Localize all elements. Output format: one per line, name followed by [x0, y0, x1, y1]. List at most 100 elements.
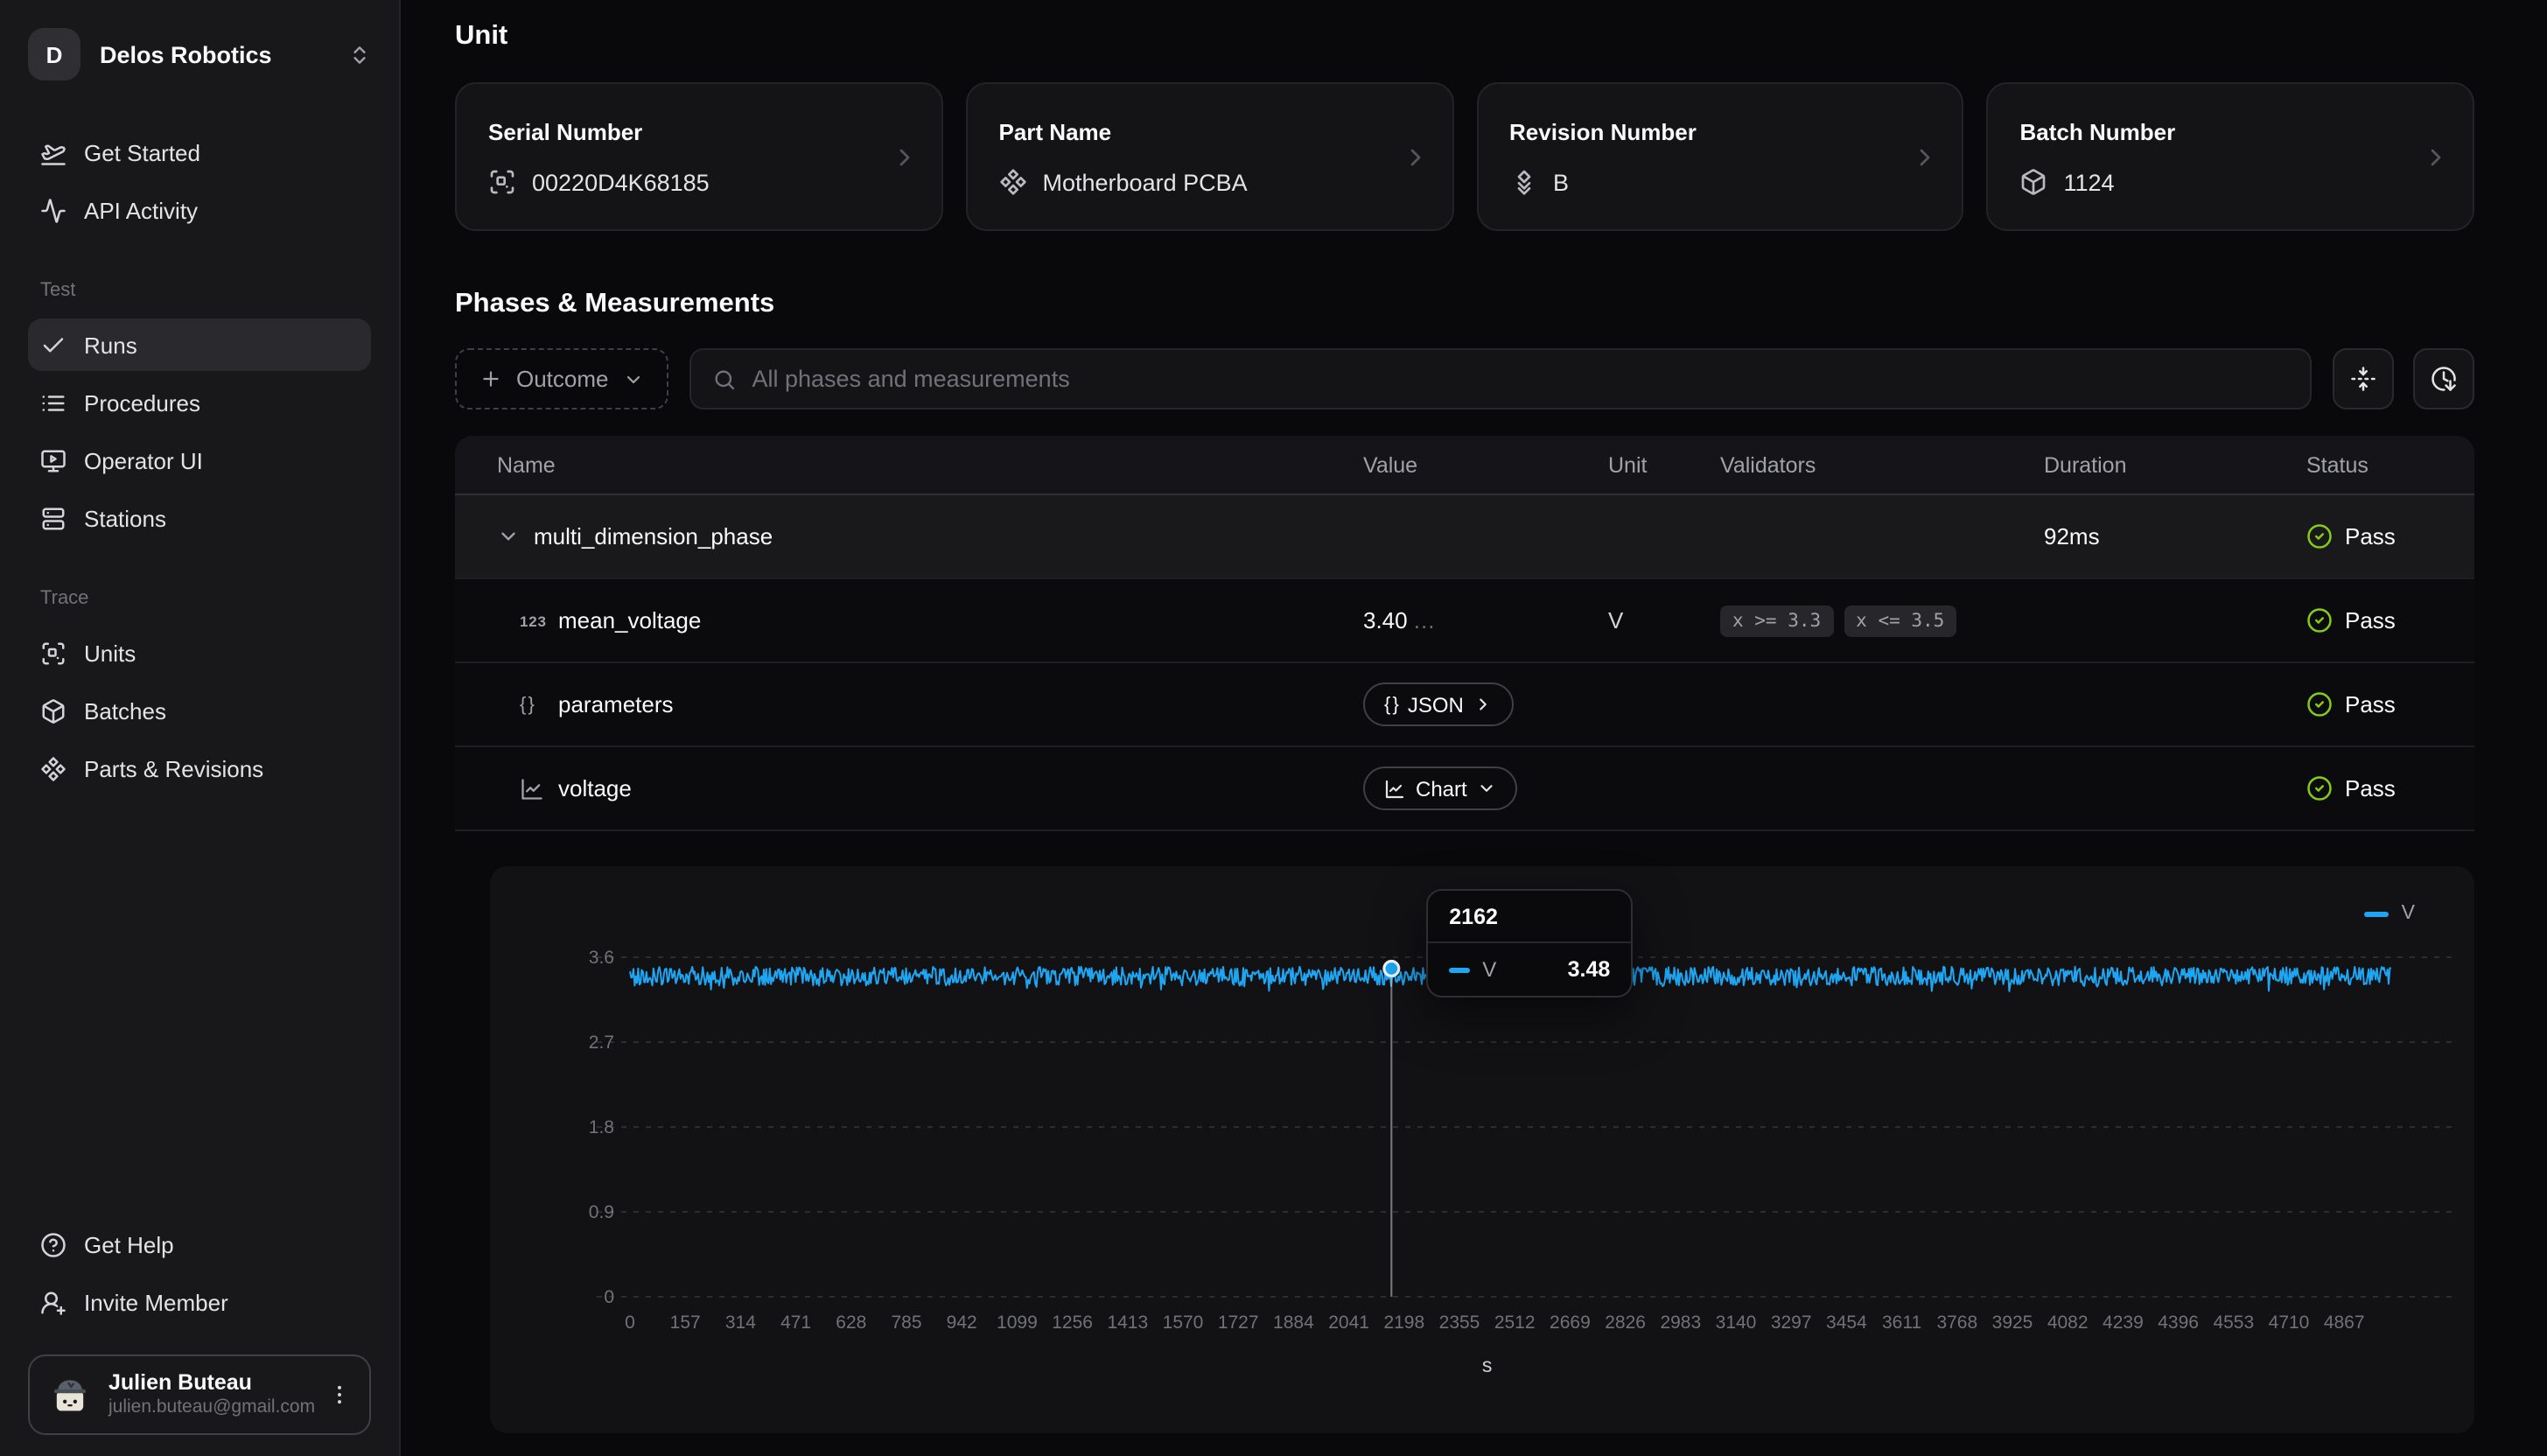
sidebar-item-runs[interactable]: Runs: [28, 318, 371, 371]
svg-text:2983: 2983: [1660, 1312, 1701, 1333]
chart-value-button[interactable]: Chart: [1363, 766, 1518, 810]
svg-text:628: 628: [836, 1312, 866, 1333]
status-badge: Pass: [2306, 691, 2474, 718]
collapse-all-button[interactable]: [2333, 348, 2394, 410]
x-axis-unit-label: s: [1482, 1356, 1493, 1377]
plane-takeoff-icon: [40, 139, 66, 165]
table-row-phase[interactable]: multi_dimension_phase 92ms Pass: [455, 495, 2474, 579]
component-icon: [999, 168, 1027, 196]
svg-text:4082: 4082: [2047, 1312, 2089, 1333]
circle-check-icon: [2306, 607, 2333, 634]
sidebar-item-label: Procedures: [84, 389, 200, 416]
json-value-button[interactable]: { } JSON: [1363, 682, 1515, 726]
clock-arrow-down-icon: [2431, 366, 2457, 392]
sidebar-section-trace: Trace: [28, 588, 371, 609]
svg-text:1413: 1413: [1107, 1312, 1148, 1333]
measurement-name: parameters: [558, 691, 674, 718]
braces-icon: { }: [1384, 694, 1397, 715]
chevron-right-icon: [2422, 143, 2450, 171]
svg-text:4396: 4396: [2158, 1312, 2199, 1333]
circle-check-icon: [2306, 691, 2333, 718]
sidebar-item-procedures[interactable]: Procedures: [28, 376, 371, 429]
batch-number-card[interactable]: Batch Number 1124: [1987, 82, 2475, 231]
tooltip-series-name: V: [1482, 957, 1496, 982]
user-email: julien.buteau@gmail.com: [108, 1397, 311, 1420]
validator-badge: x >= 3.3: [1720, 605, 1833, 636]
sidebar-item-invite-member[interactable]: Invite Member: [28, 1276, 371, 1328]
status-label: Pass: [2345, 775, 2396, 802]
card-value-text: B: [1553, 169, 1569, 195]
revisions-icon: [1509, 168, 1537, 196]
chevron-right-icon: [1474, 695, 1494, 714]
serial-number-card[interactable]: Serial Number 00220D4K68185: [455, 82, 943, 231]
sidebar-item-operator-ui[interactable]: Operator UI: [28, 434, 371, 486]
validator-badge: x <= 3.5: [1844, 605, 1956, 636]
user-info: Julien Buteau julien.buteau@gmail.com: [108, 1369, 311, 1420]
sidebar-item-label: Stations: [84, 505, 166, 531]
revision-number-card[interactable]: Revision Number B: [1476, 82, 1964, 231]
sidebar-item-label: Operator UI: [84, 447, 203, 473]
svg-text:2512: 2512: [1494, 1312, 1536, 1333]
chevron-down-icon[interactable]: [497, 525, 520, 548]
sidebar-item-label: Get Help: [84, 1231, 174, 1257]
sidebar-item-label: Runs: [84, 332, 137, 358]
col-name: Name: [455, 452, 1363, 477]
svg-text:0: 0: [604, 1287, 614, 1307]
org-name: Delos Robotics: [100, 41, 329, 67]
history-button[interactable]: [2413, 348, 2474, 410]
chart-line-icon: [1384, 778, 1405, 799]
activity-icon: [40, 197, 66, 223]
sidebar-item-batches[interactable]: Batches: [28, 684, 371, 737]
sidebar-item-parts-revisions[interactable]: Parts & Revisions: [28, 742, 371, 794]
measurement-name: voltage: [558, 775, 632, 802]
svg-text:4867: 4867: [2324, 1312, 2365, 1333]
status-label: Pass: [2345, 523, 2396, 550]
svg-text:3925: 3925: [1992, 1312, 2033, 1333]
sidebar-item-units[interactable]: Units: [28, 626, 371, 679]
page-title: Unit: [455, 21, 2474, 52]
server-icon: [40, 505, 66, 531]
sidebar: D Delos Robotics Get Started API Activit…: [0, 0, 401, 1456]
user-profile-card[interactable]: Julien Buteau julien.buteau@gmail.com: [28, 1354, 371, 1435]
table-row-voltage[interactable]: voltage Chart Pass: [455, 747, 2474, 831]
org-switcher[interactable]: D Delos Robotics: [28, 24, 371, 84]
svg-text:1.8: 1.8: [589, 1117, 614, 1138]
chevron-right-icon: [891, 143, 919, 171]
svg-text:157: 157: [670, 1312, 701, 1333]
chart-tooltip: 2162 V 3.48: [1426, 889, 1633, 998]
sidebar-item-get-started[interactable]: Get Started: [28, 126, 371, 178]
filter-toolbar: Outcome: [455, 348, 2474, 410]
sidebar-item-get-help[interactable]: Get Help: [28, 1218, 371, 1270]
chart-legend[interactable]: V: [2365, 903, 2415, 924]
table-row-parameters[interactable]: { } parameters { } JSON Pass: [455, 663, 2474, 747]
svg-text:1099: 1099: [997, 1312, 1038, 1333]
card-label: Serial Number: [488, 119, 910, 145]
status-badge: Pass: [2306, 523, 2474, 550]
search-field[interactable]: [689, 348, 2313, 410]
svg-text:942: 942: [947, 1312, 977, 1333]
scan-icon: [40, 640, 66, 666]
sidebar-item-stations[interactable]: Stations: [28, 492, 371, 544]
svg-text:314: 314: [725, 1312, 756, 1333]
kebab-menu-icon[interactable]: [327, 1382, 352, 1407]
chart-button-label: Chart: [1416, 776, 1467, 801]
table-row-mean-voltage[interactable]: 123 mean_voltage 3.40… V x >= 3.3 x <= 3…: [455, 579, 2474, 663]
col-duration: Duration: [2044, 452, 2306, 477]
outcome-filter-button[interactable]: Outcome: [455, 348, 668, 410]
svg-text:2355: 2355: [1439, 1312, 1480, 1333]
circle-check-icon: [2306, 775, 2333, 802]
col-status: Status: [2306, 452, 2474, 477]
svg-text:4239: 4239: [2103, 1312, 2144, 1333]
phases-table: Name Value Unit Validators Duration Stat…: [455, 436, 2474, 831]
svg-text:2669: 2669: [1550, 1312, 1591, 1333]
sidebar-item-api-activity[interactable]: API Activity: [28, 184, 371, 236]
search-input[interactable]: [752, 366, 2290, 392]
status-label: Pass: [2345, 607, 2396, 634]
svg-text:1570: 1570: [1163, 1312, 1204, 1333]
svg-text:1256: 1256: [1052, 1312, 1093, 1333]
sidebar-section-test: Test: [28, 280, 371, 301]
svg-text:2826: 2826: [1605, 1312, 1646, 1333]
json-button-label: JSON: [1408, 692, 1464, 717]
user-plus-icon: [40, 1289, 66, 1315]
part-name-card[interactable]: Part Name Motherboard PCBA: [966, 82, 1454, 231]
